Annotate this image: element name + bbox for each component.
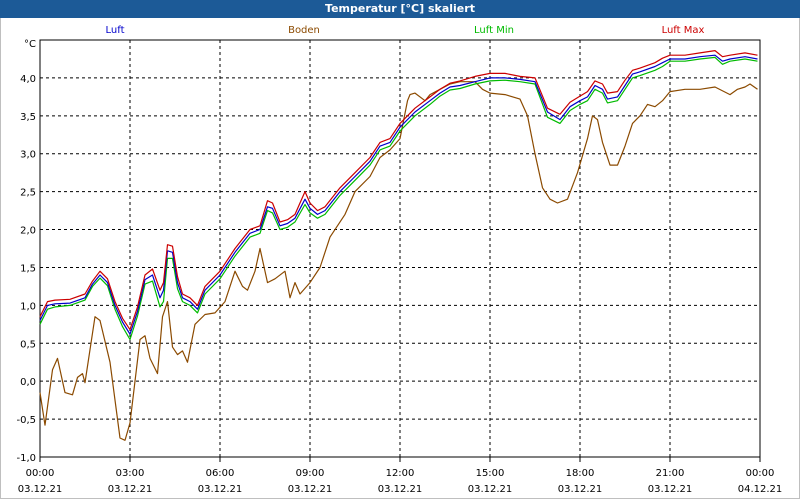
x-tick-label-time: 06:00 (206, 468, 235, 479)
x-tick-label-time: 18:00 (566, 468, 595, 479)
y-tick-label: 3,0 (20, 150, 36, 161)
window-title: Temperatur [°C] skaliert (0, 0, 800, 18)
y-tick-label: -0,5 (16, 415, 36, 426)
x-tick-label-time: 00:00 (746, 468, 775, 479)
x-tick-label-time: 21:00 (656, 468, 685, 479)
y-tick-label: 3,5 (20, 112, 36, 123)
y-tick-label: 1,0 (20, 301, 36, 312)
legend-luft: Luft (106, 25, 125, 36)
temperature-chart: 4,0 3,5 3,0 2,5 2,0 1,5 1,0 0,5 0,0 -0,5 -1,0 °C 00:… (16, 25, 783, 495)
x-tick-label-date: 03.12.21 (558, 484, 603, 495)
x-tick-label-time: 15:00 (476, 468, 505, 479)
series-line-boden (39, 81, 758, 441)
x-tick-label-date: 03.12.21 (18, 484, 63, 495)
series-line-luft-max (39, 49, 758, 331)
series-line-luft (39, 54, 758, 335)
y-tick-label: 0,0 (20, 377, 36, 388)
x-tick-label-date: 03.12.21 (108, 484, 153, 495)
x-tick-label-time: 12:00 (386, 468, 415, 479)
x-tick-label-date: 03.12.21 (468, 484, 513, 495)
x-tick-label-date: 03.12.21 (198, 484, 243, 495)
series-line-luft-min (39, 56, 758, 341)
y-tick-label: 1,5 (20, 263, 36, 274)
legend-boden: Boden (288, 25, 320, 36)
legend-luft-max: Luft Max (662, 25, 705, 36)
y-tick-label: -1,0 (16, 453, 36, 464)
y-unit-label: °C (24, 39, 36, 50)
x-tick-label-time: 09:00 (296, 468, 325, 479)
x-tick-label-date: 04.12.21 (738, 484, 783, 495)
x-tick-label-date: 03.12.21 (378, 484, 423, 495)
legend-luft-min: Luft Min (474, 25, 514, 36)
x-tick-label-time: 00:00 (26, 468, 55, 479)
x-tick-label-time: 03:00 (116, 468, 145, 479)
chart-frame: 4,0 3,5 3,0 2,5 2,0 1,5 1,0 0,5 0,0 -0,5 -1,0 °C 00:… (0, 18, 800, 499)
y-tick-label: 4,0 (20, 74, 36, 85)
x-tick-label-date: 03.12.21 (288, 484, 333, 495)
y-tick-label: 0,5 (20, 339, 36, 350)
y-tick-label: 2,5 (20, 188, 36, 199)
x-tick-label-date: 03.12.21 (648, 484, 693, 495)
y-tick-label: 2,0 (20, 226, 36, 237)
